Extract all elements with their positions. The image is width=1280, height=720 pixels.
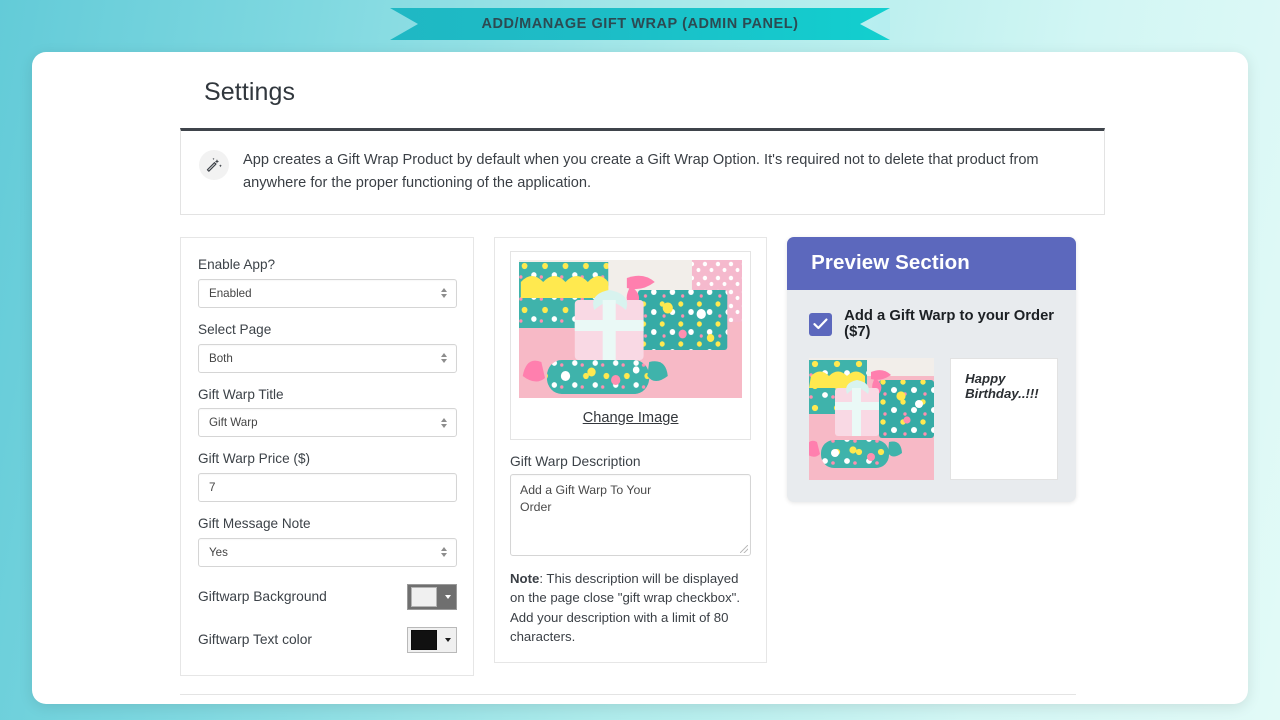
top-banner: ADD/MANAGE GIFT WRAP (ADMIN PANEL) xyxy=(0,8,1280,40)
select-gift-warp-title[interactable]: Gift Warp xyxy=(198,408,457,437)
field-enable-app: Enable App? Enabled xyxy=(198,256,457,308)
label-select-page: Select Page xyxy=(198,321,457,339)
footer-actions: Save Settings xyxy=(32,695,1248,704)
select-stepper-icon xyxy=(441,353,447,363)
preview-title: Preview Section xyxy=(787,237,1076,290)
label-gift-warp-price: Gift Warp Price ($) xyxy=(198,450,457,468)
magic-wand-sparkle-icon xyxy=(199,150,229,180)
field-select-page: Select Page Both xyxy=(198,321,457,373)
value-gift-warp-price: 7 xyxy=(199,481,215,494)
value-enable-app: Enabled xyxy=(199,287,252,300)
page-title: Settings xyxy=(32,52,1248,107)
field-giftwarp-background: Giftwarp Background xyxy=(198,584,457,610)
chevron-down-icon xyxy=(440,595,456,599)
value-gift-warp-title: Gift Warp xyxy=(199,416,258,429)
chevron-down-icon xyxy=(440,638,456,642)
change-image-label: Change Image xyxy=(583,410,679,426)
field-gift-warp-price: Gift Warp Price ($) 7 xyxy=(198,450,457,502)
preview-body: Add a Gift Warp to your Order ($7) xyxy=(787,290,1076,502)
settings-form-column: Enable App? Enabled Select Page Both Gif… xyxy=(180,237,474,675)
settings-card: Settings App creates a Gift Wrap Product… xyxy=(32,52,1248,704)
description-note: Note: This description will be displayed… xyxy=(510,569,751,646)
info-banner: App creates a Gift Wrap Product by defau… xyxy=(180,128,1105,215)
label-giftwarp-text-color: Giftwarp Text color xyxy=(198,631,312,649)
columns: Enable App? Enabled Select Page Both Gif… xyxy=(180,237,1076,675)
input-gift-warp-price[interactable]: 7 xyxy=(198,473,457,502)
color-picker-background[interactable] xyxy=(407,584,457,610)
change-image-button[interactable]: Change Image xyxy=(519,398,742,439)
field-gift-message-note: Gift Message Note Yes xyxy=(198,515,457,567)
select-stepper-icon xyxy=(441,418,447,428)
preview-checkbox-row[interactable]: Add a Gift Warp to your Order ($7) xyxy=(809,308,1058,340)
label-gift-message-note: Gift Message Note xyxy=(198,515,457,533)
label-enable-app: Enable App? xyxy=(198,256,457,274)
color-swatch-text xyxy=(411,630,437,650)
select-stepper-icon xyxy=(441,547,447,557)
gift-image-card: Change Image xyxy=(510,251,751,440)
media-column: Change Image Gift Warp Description Add a… xyxy=(494,237,767,663)
color-swatch-background xyxy=(411,587,437,607)
value-gift-message-note: Yes xyxy=(199,546,228,559)
color-picker-text[interactable] xyxy=(407,627,457,653)
info-banner-text: App creates a Gift Wrap Product by defau… xyxy=(243,149,1082,194)
label-gift-warp-title: Gift Warp Title xyxy=(198,386,457,404)
select-page[interactable]: Both xyxy=(198,344,457,373)
label-giftwarp-background: Giftwarp Background xyxy=(198,588,327,606)
banner-title: ADD/MANAGE GIFT WRAP (ADMIN PANEL) xyxy=(481,16,798,32)
ribbon-shape: ADD/MANAGE GIFT WRAP (ADMIN PANEL) xyxy=(390,8,890,40)
label-gift-warp-description: Gift Warp Description xyxy=(510,454,751,469)
gift-wrap-photo xyxy=(519,260,742,398)
note-prefix: Note xyxy=(510,571,539,586)
preview-column: Preview Section Add a Gift Warp to your … xyxy=(787,237,1076,502)
preview-content-row: Happy Birthday..!!! xyxy=(809,358,1058,480)
content-area: App creates a Gift Wrap Product by defau… xyxy=(32,128,1248,676)
field-gift-warp-title: Gift Warp Title Gift Warp xyxy=(198,386,457,438)
textarea-gift-warp-description[interactable]: Add a Gift Warp To Your Order xyxy=(510,474,751,556)
field-giftwarp-text-color: Giftwarp Text color xyxy=(198,627,457,653)
select-gift-message-note[interactable]: Yes xyxy=(198,538,457,567)
checkbox-checked-icon[interactable] xyxy=(809,313,832,336)
preview-checkbox-label: Add a Gift Warp to your Order ($7) xyxy=(844,308,1058,340)
select-stepper-icon xyxy=(441,288,447,298)
value-select-page: Both xyxy=(199,352,233,365)
preview-message-box[interactable]: Happy Birthday..!!! xyxy=(950,358,1058,480)
select-enable-app[interactable]: Enabled xyxy=(198,279,457,308)
preview-gift-photo xyxy=(809,358,934,480)
preview-panel: Preview Section Add a Gift Warp to your … xyxy=(787,237,1076,502)
note-body: : This description will be displayed on … xyxy=(510,571,740,643)
